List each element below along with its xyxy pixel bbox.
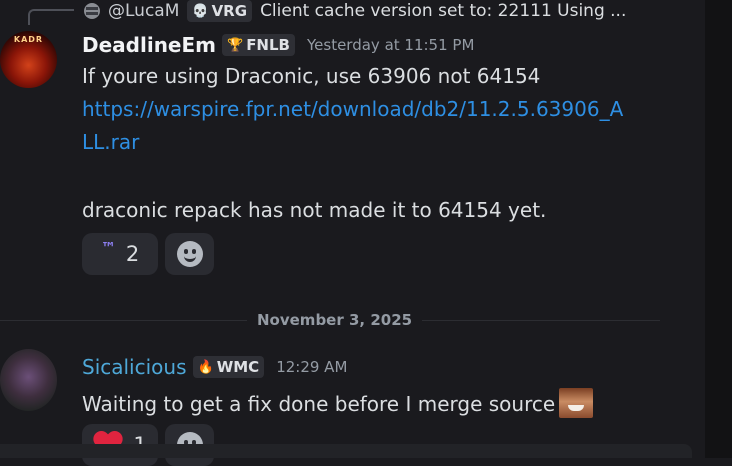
author-name[interactable]: Sicalicious [82, 355, 187, 379]
trophy-icon: 🏆 [227, 37, 244, 53]
reply-tag-label: VRG [211, 2, 248, 20]
timestamp[interactable]: Yesterday at 11:51 PM [307, 36, 474, 54]
date-divider-label: November 3, 2025 [247, 311, 423, 329]
laughing-face-emoji[interactable] [559, 388, 594, 418]
message-header: Sicalicious 🔥 WMC 12:29 AM [82, 355, 347, 379]
add-reaction-button[interactable] [165, 233, 214, 275]
skull-icon: 💀 [192, 3, 209, 19]
message-input-edge[interactable] [0, 444, 692, 458]
message-text-content: Waiting to get a fix done before I merge… [82, 392, 556, 416]
tag-label: FNLB [246, 36, 290, 54]
reply-preview[interactable]: @LucaM 💀 VRG Client cache version set to… [84, 0, 626, 22]
avatar[interactable] [0, 349, 57, 411]
reply-text[interactable]: Client cache version set to: 22111 Using… [260, 1, 626, 21]
trademark-emoji: ™ [100, 239, 116, 257]
message-text: draconic repack has not made it to 64154… [82, 198, 547, 222]
timestamp[interactable]: 12:29 AM [276, 358, 347, 376]
reply-author[interactable]: @LucaM [108, 1, 179, 21]
reaction-button[interactable]: ™ 2 [82, 233, 158, 275]
tag-label: WMC [216, 358, 260, 376]
message-text: Waiting to get a fix done before I merge… [82, 388, 594, 418]
message-link-continued[interactable]: LL.rar [82, 130, 139, 154]
message-text: If youre using Draconic, use 63906 not 6… [82, 64, 541, 88]
right-scroll-strip [705, 0, 732, 458]
server-tag[interactable]: 🔥 WMC [192, 356, 265, 378]
avatar[interactable]: KADR [0, 31, 57, 88]
reply-avatar [84, 3, 100, 19]
flame-icon: 🔥 [197, 359, 214, 375]
reply-connector [28, 9, 74, 25]
avatar-text: KADR [13, 35, 44, 44]
reply-server-tag[interactable]: 💀 VRG [187, 0, 253, 22]
message-link[interactable]: https://warspire.fpr.net/download/db2/11… [82, 97, 623, 121]
message-header: DeadlineEm 🏆 FNLB Yesterday at 11:51 PM [82, 33, 474, 57]
reaction-count: 2 [125, 242, 140, 266]
author-name[interactable]: DeadlineEm [82, 33, 216, 57]
smiley-icon [176, 241, 203, 267]
server-tag[interactable]: 🏆 FNLB [222, 34, 295, 56]
